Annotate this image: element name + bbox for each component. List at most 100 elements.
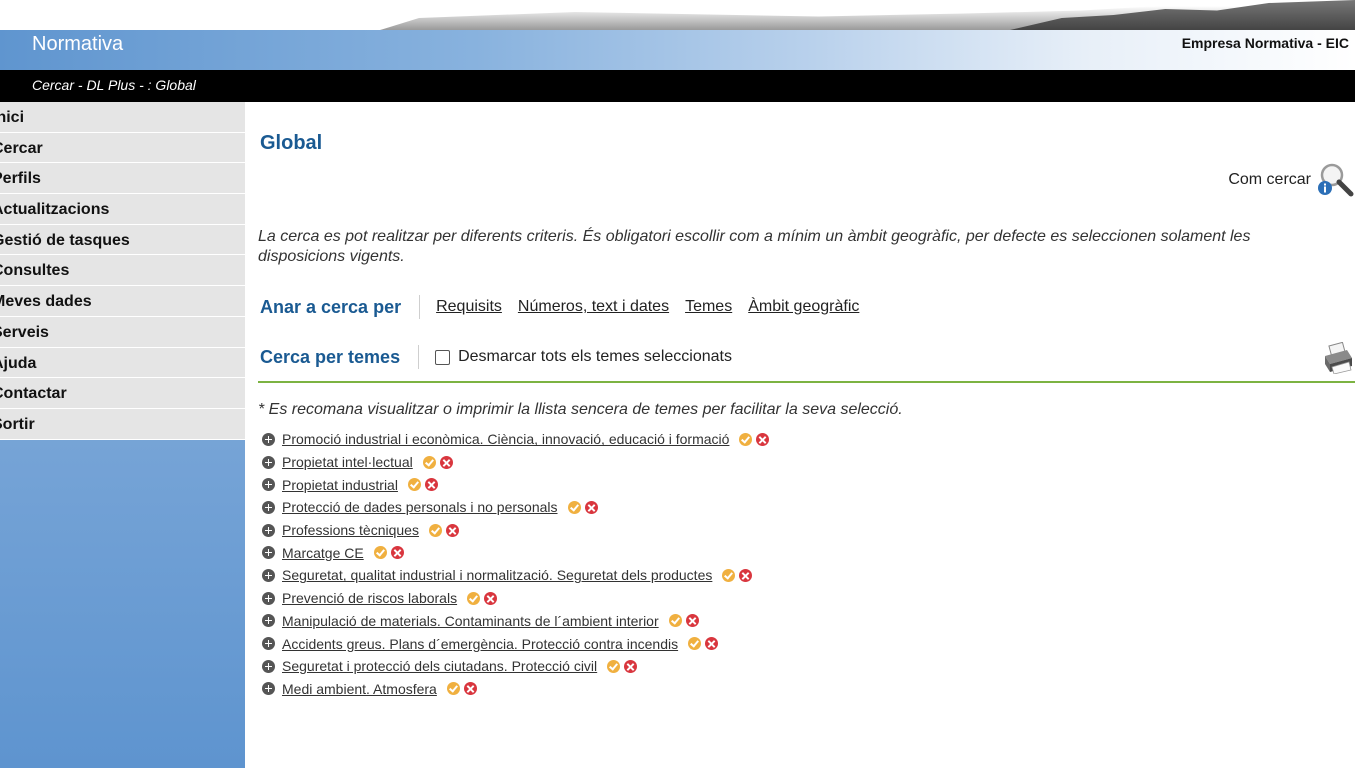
magnifier-info-icon[interactable] [1315, 160, 1355, 200]
remove-icon[interactable] [484, 591, 498, 605]
select-check-icon[interactable] [607, 659, 621, 673]
breadcrumb: Cercar - DL Plus - : Global [32, 77, 196, 93]
sidebar-item-ajuda[interactable]: Ajuda [0, 348, 245, 379]
expand-icon[interactable] [262, 432, 275, 446]
separator [418, 345, 420, 369]
goto-link-temes[interactable]: Temes [685, 298, 732, 316]
expand-icon[interactable] [262, 682, 275, 696]
topic-list: Promoció industrial i econòmica. Ciència… [262, 428, 770, 701]
goto-link-requisits[interactable]: Requisits [436, 298, 502, 316]
select-check-icon[interactable] [373, 546, 387, 560]
remove-icon[interactable] [739, 568, 753, 582]
section-divider [258, 381, 1355, 383]
sidebar-item-actualitzacions[interactable]: Actualitzacions [0, 194, 245, 225]
breadcrumb-bar: Cercar - DL Plus - : Global [0, 70, 1355, 102]
uncheck-all-checkbox[interactable] [435, 349, 451, 365]
sidebar-item-gestio-tasques[interactable]: Gestió de tasques [0, 225, 245, 256]
select-check-icon[interactable] [422, 455, 436, 469]
uncheck-all-label[interactable]: Desmarcar tots els temes seleccionats [458, 348, 732, 366]
select-check-icon[interactable] [739, 432, 753, 446]
sidebar-item-contactar[interactable]: Contactar [0, 378, 245, 409]
topic-row: Promoció industrial i econòmica. Ciència… [262, 428, 770, 451]
help-label[interactable]: Com cercar [1228, 171, 1311, 189]
topic-link[interactable]: Prevenció de riscos laborals [282, 590, 457, 606]
topic-link[interactable]: Professions tècniques [282, 522, 419, 538]
topic-row: Medi ambient. Atmosfera [262, 678, 769, 701]
expand-icon[interactable] [262, 637, 275, 651]
intro-text: La cerca es pot realitzar per diferents … [258, 228, 1251, 265]
goto-link-numeros-text-dates[interactable]: Números, text i dates [518, 298, 669, 316]
select-check-icon[interactable] [567, 500, 581, 514]
themes-heading: Cerca per temes [260, 346, 401, 367]
select-check-icon[interactable] [407, 478, 421, 492]
header-banner: Normativa Empresa Normativa - EIC [0, 0, 1355, 70]
select-check-icon[interactable] [428, 523, 442, 537]
remove-icon[interactable] [445, 523, 459, 537]
topic-link[interactable]: Manipulació de materials. Contaminants d… [282, 613, 659, 629]
main-content: Global Com cercar La cerca es pot realit… [258, 102, 1355, 768]
sidebar-item-cercar[interactable]: Cercar [0, 133, 245, 164]
remove-icon[interactable] [390, 546, 404, 560]
remove-icon[interactable] [685, 614, 699, 628]
expand-icon[interactable] [262, 455, 275, 469]
topic-row: Seguretat i protecció dels ciutadans. Pr… [262, 655, 769, 678]
topic-row: Professions tècniques [262, 519, 769, 542]
topic-link[interactable]: Seguretat, qualitat industrial i normali… [282, 567, 712, 583]
select-check-icon[interactable] [446, 682, 460, 696]
separator [419, 295, 421, 319]
sidebar-item-sortir[interactable]: Sortir [0, 409, 245, 440]
expand-icon[interactable] [262, 659, 275, 673]
remove-icon[interactable] [463, 682, 477, 696]
expand-icon[interactable] [262, 523, 275, 537]
topic-row: Marcatge CE [262, 541, 769, 564]
sidebar-item-inici[interactable]: Inici [0, 102, 245, 133]
sidebar-item-meves-dades[interactable]: Meves dades [0, 286, 245, 317]
printer-icon[interactable] [1321, 341, 1355, 375]
select-check-icon[interactable] [668, 614, 682, 628]
topic-link[interactable]: Promoció industrial i econòmica. Ciència… [282, 431, 729, 447]
sidebar-item-perfils[interactable]: Perfils [0, 163, 245, 195]
goto-link-ambit-geografic[interactable]: Àmbit geogràfic [748, 298, 859, 316]
expand-icon[interactable] [262, 478, 275, 492]
topic-link[interactable]: Propietat intel·lectual [282, 454, 413, 470]
expand-icon[interactable] [262, 500, 275, 514]
topic-link[interactable]: Protecció de dades personals i no person… [282, 499, 558, 515]
page-title: Global [260, 132, 323, 154]
goto-search-row: Anar a cerca per Requisits Números, text… [260, 295, 875, 319]
topic-link[interactable]: Propietat industrial [282, 477, 398, 493]
recommendation-note: * Es recomana visualitzar o imprimir la … [258, 401, 903, 418]
topic-link[interactable]: Marcatge CE [282, 545, 364, 561]
topic-row: Protecció de dades personals i no person… [262, 496, 769, 519]
help-how-to-search[interactable]: Com cercar [1228, 160, 1355, 200]
goto-heading: Anar a cerca per [260, 296, 402, 317]
expand-icon[interactable] [262, 568, 275, 582]
select-check-icon[interactable] [467, 591, 481, 605]
topic-row: Accidents greus. Plans d´emergència. Pro… [262, 632, 769, 655]
remove-icon[interactable] [584, 500, 598, 514]
remove-icon[interactable] [439, 455, 453, 469]
select-check-icon[interactable] [688, 637, 702, 651]
topic-link[interactable]: Accidents greus. Plans d´emergència. Pro… [282, 636, 678, 652]
themes-search-row: Cerca per temes Desmarcar tots els temes… [260, 345, 732, 369]
remove-icon[interactable] [756, 432, 770, 446]
topic-row: Prevenció de riscos laborals [262, 587, 769, 610]
expand-icon[interactable] [262, 591, 275, 605]
sidebar: Inici Cercar Perfils Actualitzacions Ges… [0, 102, 245, 768]
topic-row: Seguretat, qualitat industrial i normali… [262, 564, 769, 587]
sidebar-menu: Inici Cercar Perfils Actualitzacions Ges… [0, 102, 245, 440]
topic-row: Propietat intel·lectual [262, 451, 769, 474]
expand-icon[interactable] [262, 546, 275, 560]
topic-link[interactable]: Medi ambient. Atmosfera [282, 681, 437, 697]
topic-row: Propietat industrial [262, 473, 769, 496]
remove-icon[interactable] [705, 637, 719, 651]
remove-icon[interactable] [424, 478, 438, 492]
sidebar-item-consultes[interactable]: Consultes [0, 255, 245, 287]
topic-row: Manipulació de materials. Contaminants d… [262, 610, 769, 633]
topic-link[interactable]: Seguretat i protecció dels ciutadans. Pr… [282, 658, 597, 674]
sidebar-item-serveis[interactable]: Serveis [0, 317, 245, 348]
app-title: Normativa [32, 33, 124, 55]
company-name: Empresa Normativa - EIC [1181, 35, 1349, 51]
select-check-icon[interactable] [722, 568, 736, 582]
expand-icon[interactable] [262, 614, 275, 628]
remove-icon[interactable] [624, 659, 638, 673]
